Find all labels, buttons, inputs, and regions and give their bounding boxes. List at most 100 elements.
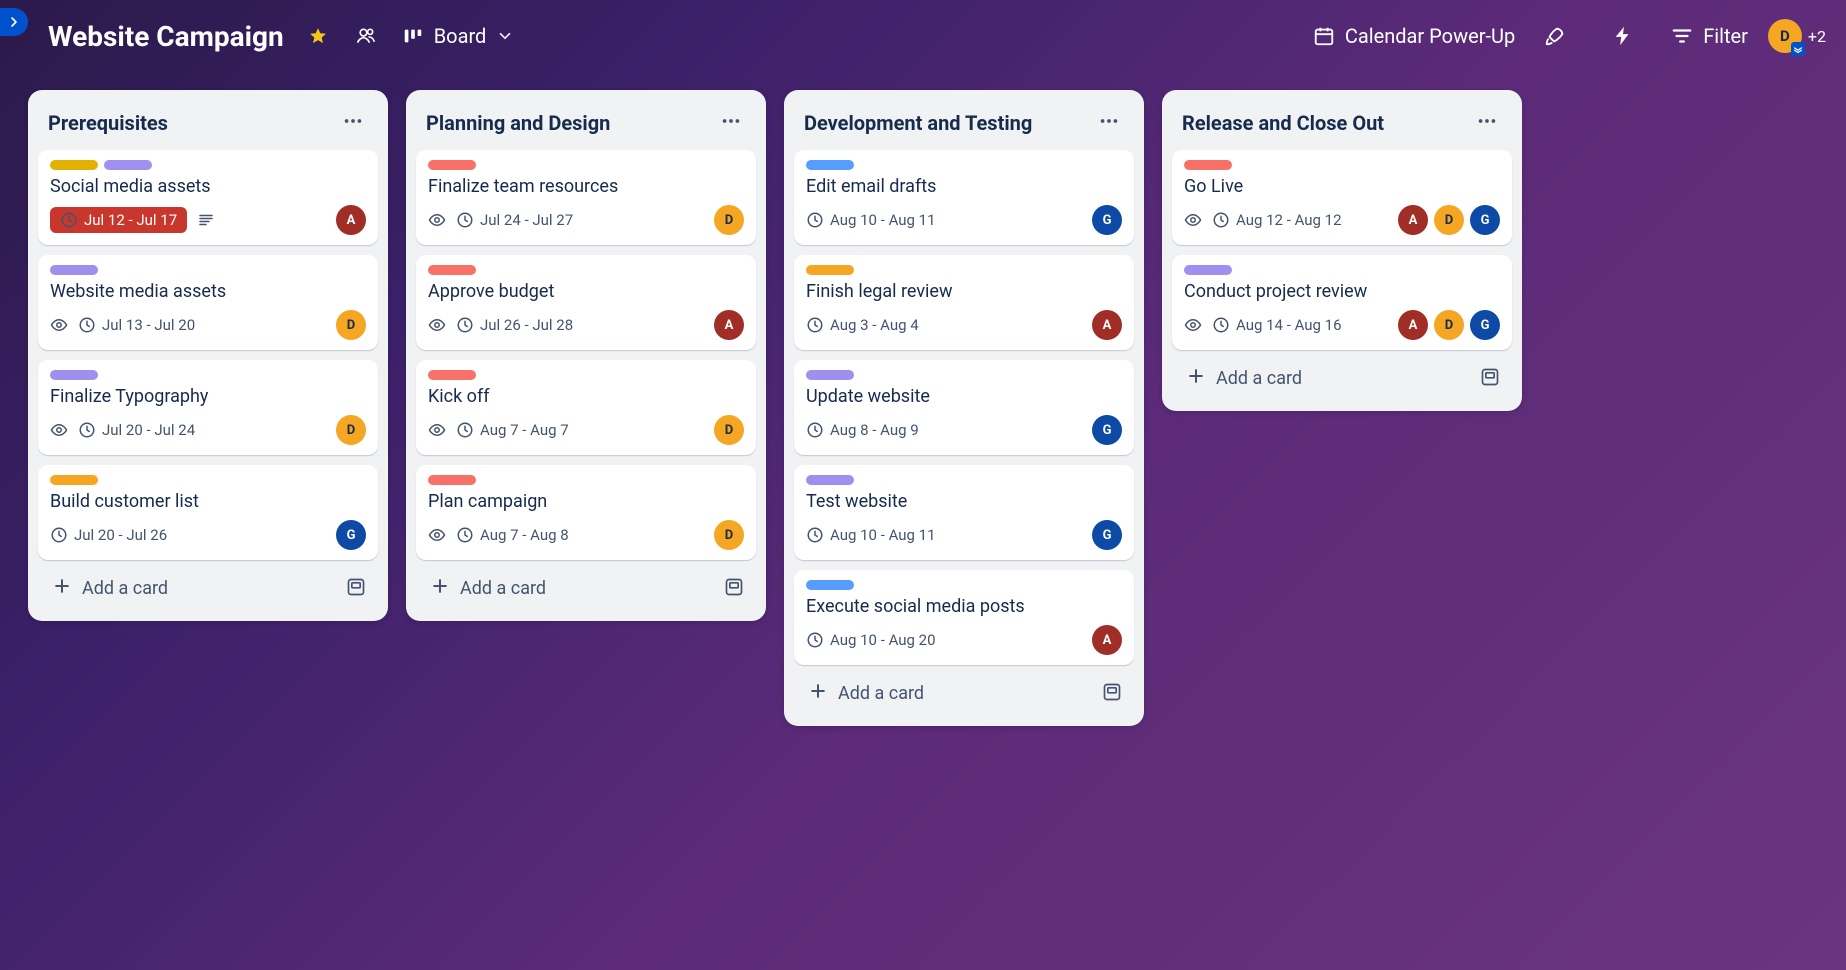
- member-avatar[interactable]: G: [1470, 310, 1500, 340]
- due-date-text: Aug 8 - Aug 9: [830, 421, 919, 439]
- automation-button[interactable]: [1603, 16, 1643, 56]
- card-label[interactable]: [806, 160, 854, 170]
- add-card-button[interactable]: Add a card: [424, 570, 552, 607]
- card-label[interactable]: [50, 370, 98, 380]
- due-date-text: Jul 13 - Jul 20: [102, 316, 195, 334]
- card-template-button[interactable]: [342, 573, 370, 605]
- card-label[interactable]: [1184, 160, 1232, 170]
- card-label[interactable]: [428, 370, 476, 380]
- list-menu-button[interactable]: [1092, 106, 1126, 140]
- list-menu-button[interactable]: [336, 106, 370, 140]
- due-date-badge[interactable]: Jul 20 - Jul 26: [50, 526, 167, 544]
- due-date-badge[interactable]: Jul 26 - Jul 28: [456, 316, 573, 334]
- card[interactable]: Edit email drafts Aug 10 - Aug 11 G: [794, 150, 1134, 245]
- member-avatar[interactable]: A: [1398, 310, 1428, 340]
- member-avatar[interactable]: D: [714, 520, 744, 550]
- member-avatar[interactable]: D: [1434, 310, 1464, 340]
- card[interactable]: Execute social media posts Aug 10 - Aug …: [794, 570, 1134, 665]
- card-label[interactable]: [428, 160, 476, 170]
- list-menu-button[interactable]: [1470, 106, 1504, 140]
- list-title[interactable]: Development and Testing: [804, 111, 1032, 135]
- due-date-badge[interactable]: Jul 20 - Jul 24: [78, 421, 195, 439]
- filter-button[interactable]: Filter: [1671, 24, 1748, 48]
- due-date-badge[interactable]: Aug 10 - Aug 11: [806, 211, 936, 229]
- member-avatar[interactable]: A: [1092, 310, 1122, 340]
- add-card-button[interactable]: Add a card: [46, 570, 174, 607]
- due-date-badge[interactable]: Jul 13 - Jul 20: [78, 316, 195, 334]
- card-label[interactable]: [806, 265, 854, 275]
- card-label[interactable]: [806, 370, 854, 380]
- due-date-badge[interactable]: Aug 10 - Aug 11: [806, 526, 936, 544]
- visibility-button[interactable]: [346, 16, 386, 56]
- sidebar-expand-button[interactable]: [0, 8, 28, 36]
- card-template-button[interactable]: [1476, 363, 1504, 395]
- due-date-badge[interactable]: Aug 14 - Aug 16: [1212, 316, 1342, 334]
- due-date-badge[interactable]: Aug 12 - Aug 12: [1212, 211, 1342, 229]
- due-date-badge[interactable]: Aug 10 - Aug 20: [806, 631, 936, 649]
- card[interactable]: Social media assets Jul 12 - Jul 17 A: [38, 150, 378, 245]
- view-switcher[interactable]: Board: [402, 24, 515, 48]
- card[interactable]: Finalize Typography Jul 20 - Jul 24 D: [38, 360, 378, 455]
- card-label[interactable]: [104, 160, 152, 170]
- card[interactable]: Test website Aug 10 - Aug 11 G: [794, 465, 1134, 560]
- member-avatar[interactable]: D: [714, 205, 744, 235]
- card[interactable]: Update website Aug 8 - Aug 9 G: [794, 360, 1134, 455]
- add-card-button[interactable]: Add a card: [1180, 360, 1308, 397]
- card-label[interactable]: [806, 475, 854, 485]
- list-title[interactable]: Release and Close Out: [1182, 111, 1384, 135]
- card[interactable]: Finalize team resources Jul 24 - Jul 27 …: [416, 150, 756, 245]
- due-date-badge[interactable]: Aug 8 - Aug 9: [806, 421, 919, 439]
- star-button[interactable]: [298, 16, 338, 56]
- card-label[interactable]: [50, 475, 98, 485]
- card-template-button[interactable]: [1098, 678, 1126, 710]
- list-title[interactable]: Prerequisites: [48, 111, 168, 135]
- member-avatar[interactable]: D: [336, 415, 366, 445]
- member-avatar[interactable]: A: [1398, 205, 1428, 235]
- card-title: Approve budget: [428, 281, 744, 302]
- member-avatar[interactable]: G: [1092, 520, 1122, 550]
- extra-members-button[interactable]: +2: [1808, 27, 1826, 46]
- card-members: D: [714, 520, 744, 550]
- card-members: A: [1092, 310, 1122, 340]
- member-avatar[interactable]: G: [1470, 205, 1500, 235]
- card[interactable]: Approve budget Jul 26 - Jul 28 A: [416, 255, 756, 350]
- card[interactable]: Kick off Aug 7 - Aug 7 D: [416, 360, 756, 455]
- list-title[interactable]: Planning and Design: [426, 111, 610, 135]
- clock-icon: [456, 211, 474, 229]
- member-avatar[interactable]: A: [336, 205, 366, 235]
- due-date-badge[interactable]: Aug 3 - Aug 4: [806, 316, 919, 334]
- member-avatar[interactable]: A: [1092, 625, 1122, 655]
- calendar-powerup-button[interactable]: Calendar Power-Up: [1313, 24, 1515, 48]
- member-avatar[interactable]: D: [336, 310, 366, 340]
- list-menu-button[interactable]: [714, 106, 748, 140]
- due-date-badge[interactable]: Jul 12 - Jul 17: [50, 207, 187, 233]
- card-label[interactable]: [806, 580, 854, 590]
- powerups-button[interactable]: [1535, 16, 1575, 56]
- member-avatar[interactable]: G: [1092, 205, 1122, 235]
- card-label[interactable]: [50, 265, 98, 275]
- card[interactable]: Go Live Aug 12 - Aug 12 ADG: [1172, 150, 1512, 245]
- member-avatar[interactable]: A: [714, 310, 744, 340]
- due-date-badge[interactable]: Jul 24 - Jul 27: [456, 211, 573, 229]
- card[interactable]: Plan campaign Aug 7 - Aug 8 D: [416, 465, 756, 560]
- card[interactable]: Conduct project review Aug 14 - Aug 16 A…: [1172, 255, 1512, 350]
- card[interactable]: Build customer list Jul 20 - Jul 26 G: [38, 465, 378, 560]
- add-card-button[interactable]: Add a card: [802, 675, 930, 712]
- card-title: Execute social media posts: [806, 596, 1122, 617]
- member-avatar[interactable]: G: [336, 520, 366, 550]
- member-avatar[interactable]: D: [1434, 205, 1464, 235]
- board-title[interactable]: Website Campaign: [48, 20, 284, 53]
- card-label[interactable]: [50, 160, 98, 170]
- card-label[interactable]: [1184, 265, 1232, 275]
- due-date-badge[interactable]: Aug 7 - Aug 7: [456, 421, 569, 439]
- due-date-badge[interactable]: Aug 7 - Aug 8: [456, 526, 569, 544]
- member-stack[interactable]: D +2: [1768, 19, 1826, 53]
- current-user-avatar[interactable]: D: [1768, 19, 1802, 53]
- card[interactable]: Website media assets Jul 13 - Jul 20 D: [38, 255, 378, 350]
- card[interactable]: Finish legal review Aug 3 - Aug 4 A: [794, 255, 1134, 350]
- card-label[interactable]: [428, 265, 476, 275]
- member-avatar[interactable]: G: [1092, 415, 1122, 445]
- member-avatar[interactable]: D: [714, 415, 744, 445]
- card-template-button[interactable]: [720, 573, 748, 605]
- card-label[interactable]: [428, 475, 476, 485]
